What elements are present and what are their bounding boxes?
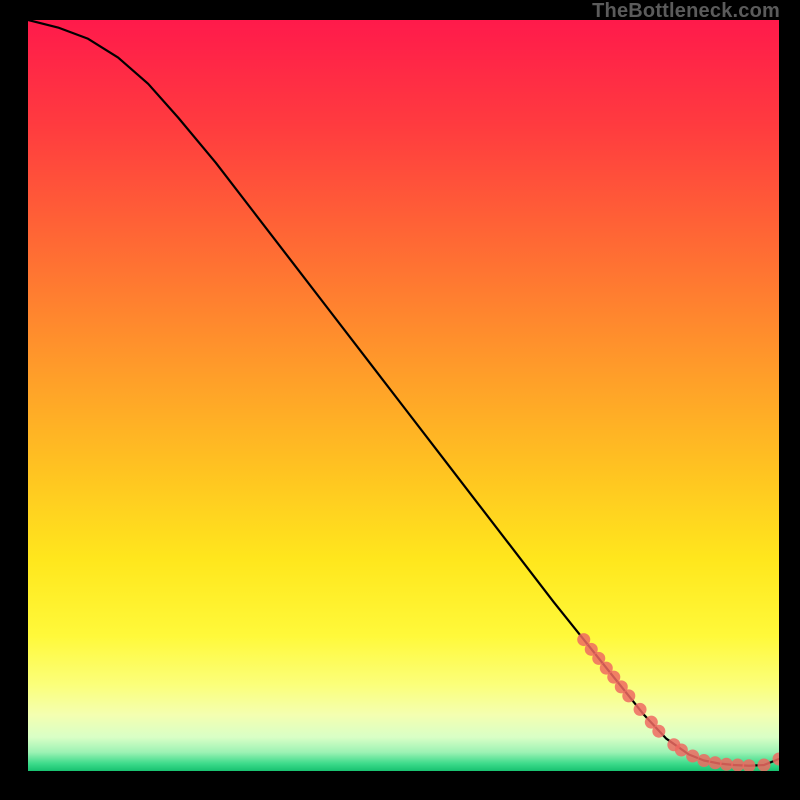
scatter-point: [709, 756, 722, 769]
scatter-point: [634, 703, 647, 716]
chart-stage: TheBottleneck.com: [0, 0, 800, 800]
scatter-point: [697, 754, 710, 767]
watermark-text: TheBottleneck.com: [592, 0, 780, 23]
gradient-background: [28, 20, 779, 771]
scatter-point: [757, 758, 770, 771]
scatter-point: [652, 725, 665, 738]
scatter-point: [686, 749, 699, 762]
plot-svg: [28, 20, 779, 771]
scatter-point: [731, 758, 744, 771]
scatter-point: [622, 689, 635, 702]
scatter-point: [720, 758, 733, 771]
scatter-point: [675, 743, 688, 756]
plot-area: [28, 20, 779, 771]
